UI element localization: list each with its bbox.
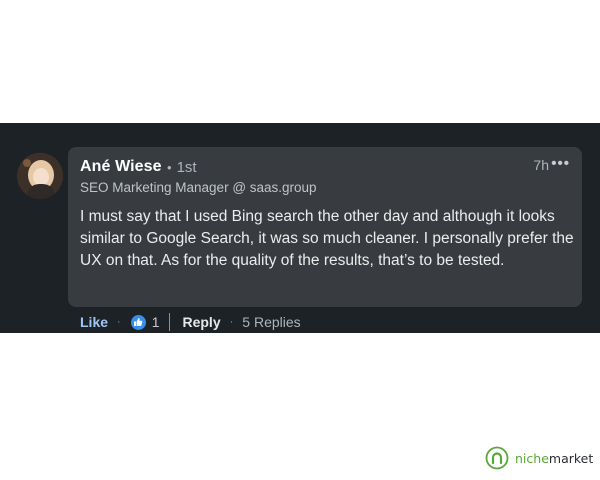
author-name[interactable]: Ané Wiese <box>80 158 162 176</box>
thumbs-up-icon[interactable] <box>129 313 147 331</box>
like-button[interactable]: Like <box>80 314 108 330</box>
comment-bubble: Ané Wiese • 1st SEO Marketing Manager @ s… <box>68 147 582 307</box>
brand-watermark: nichemarket <box>485 446 593 470</box>
comment-actions: Like · 1 Reply · 5 Replies <box>80 312 301 332</box>
comment-text: I must say that I used Bing search the o… <box>80 208 574 269</box>
connection-degree: • 1st <box>167 159 197 176</box>
brand-name-suffix: market <box>548 450 594 466</box>
degree-dot: • <box>167 160 172 175</box>
author-headline: SEO Marketing Manager @ saas.group <box>80 180 317 195</box>
separator-dot-2: · <box>229 316 234 328</box>
reply-button[interactable]: Reply <box>182 314 220 330</box>
reaction-count[interactable]: 1 <box>152 314 160 330</box>
comment-panel: Ané Wiese • 1st SEO Marketing Manager @ s… <box>0 123 600 333</box>
brand-name-prefix: niche <box>515 450 549 466</box>
more-options-button[interactable]: ••• <box>551 155 570 172</box>
separator-dot: · <box>117 316 121 328</box>
nichemarket-logo-icon <box>485 446 509 470</box>
degree-label: 1st <box>176 159 197 176</box>
replies-link[interactable]: 5 Replies <box>242 314 300 330</box>
avatar[interactable] <box>17 153 63 199</box>
divider <box>169 313 171 331</box>
timestamp: 7h <box>533 157 549 173</box>
brand-name: nichemarket <box>515 451 593 466</box>
